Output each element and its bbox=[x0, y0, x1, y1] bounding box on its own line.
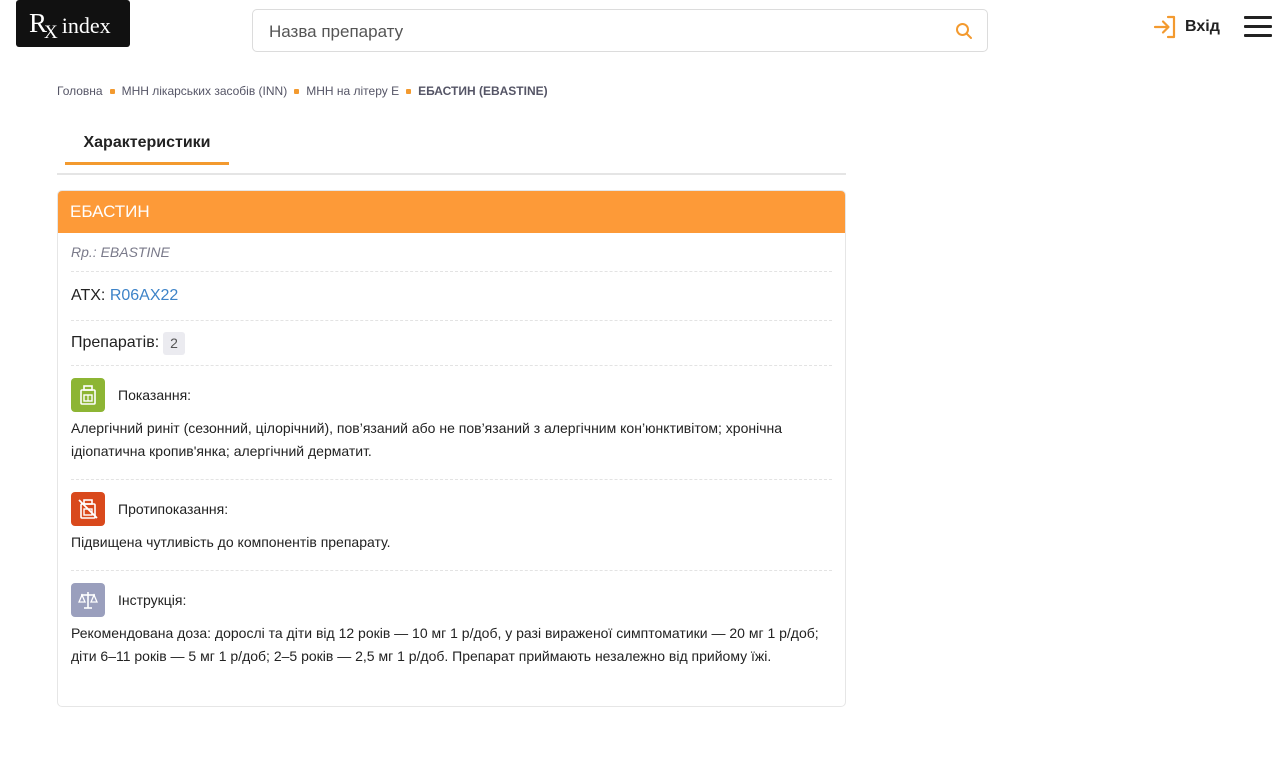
contraindications-section: Протипоказання: Підвищена чутливість до … bbox=[71, 480, 832, 571]
contraindications-text: Підвищена чутливість до компонентів преп… bbox=[71, 534, 391, 550]
indications-section: Показання: Алергічний риніт (сезонний, ц… bbox=[71, 366, 832, 480]
login-label: Вхід bbox=[1185, 18, 1220, 35]
instruction-title: Інструкція: bbox=[118, 592, 187, 608]
breadcrumb-separator bbox=[406, 88, 412, 94]
menu-icon[interactable] bbox=[1244, 15, 1272, 37]
search-input[interactable] bbox=[267, 10, 921, 53]
drugs-count-row: Препаратів: 2 bbox=[71, 321, 832, 366]
indications-text: Алергічний риніт (сезонний, цілорічний),… bbox=[71, 420, 783, 459]
card-title: ЕБАСТИН bbox=[58, 191, 845, 233]
breadcrumb-letter[interactable]: МНН на літеру Е bbox=[306, 84, 399, 98]
login-icon bbox=[1153, 15, 1176, 39]
atc-code-link[interactable]: R06AX22 bbox=[110, 287, 179, 304]
search-icon[interactable] bbox=[955, 22, 973, 40]
latin-name: Rp.: EBASTINE bbox=[71, 233, 832, 272]
indications-icon bbox=[71, 378, 105, 412]
contraindications-title: Протипоказання: bbox=[118, 501, 229, 517]
instruction-text: Рекомендована доза: дорослі та діти від … bbox=[71, 625, 819, 664]
breadcrumb-separator bbox=[294, 88, 300, 94]
breadcrumb-inn-list[interactable]: МНН лікарських засобів (INN) bbox=[122, 84, 288, 98]
breadcrumb-home[interactable]: Головна bbox=[57, 84, 103, 98]
login-button[interactable]: Вхід bbox=[1152, 14, 1220, 40]
contraindications-icon bbox=[71, 492, 105, 526]
atc-row: ATX: R06AX22 bbox=[71, 272, 832, 321]
logo-word: index bbox=[61, 12, 111, 38]
drugs-count-label: Препаратів: bbox=[71, 334, 160, 351]
logo[interactable]: RX index bbox=[16, 0, 130, 47]
breadcrumb: Головна МНН лікарських засобів (INN) МНН… bbox=[57, 84, 548, 98]
tab-bar: Характеристики bbox=[57, 124, 846, 175]
instruction-section: Інструкція: Рекомендована доза: дорослі … bbox=[71, 571, 832, 684]
atc-label: ATX: bbox=[71, 287, 110, 304]
scales-icon bbox=[71, 583, 105, 617]
tab-characteristics[interactable]: Характеристики bbox=[65, 124, 229, 165]
breadcrumb-separator bbox=[109, 88, 115, 94]
search-box[interactable] bbox=[252, 9, 988, 53]
breadcrumb-current: ЕБАСТИН (EBASTINE) bbox=[418, 84, 548, 98]
drug-card: ЕБАСТИН Rp.: EBASTINE ATX: R06AX22 Препа… bbox=[57, 190, 846, 707]
logo-rx: RX bbox=[29, 8, 58, 43]
drugs-count-badge[interactable]: 2 bbox=[163, 331, 185, 355]
indications-title: Показання: bbox=[118, 387, 192, 403]
